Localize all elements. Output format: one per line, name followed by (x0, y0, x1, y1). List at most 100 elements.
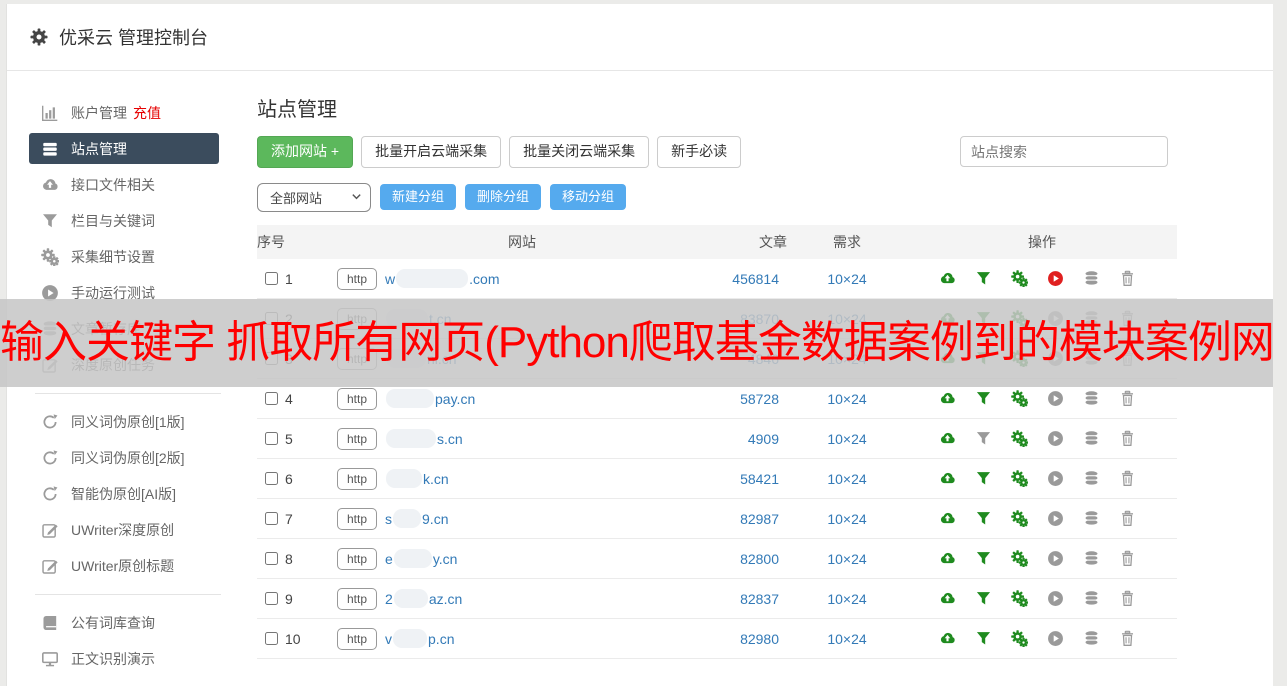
database-icon[interactable] (1083, 470, 1100, 487)
sidebar-item-gears[interactable]: 采集细节设置 (7, 239, 249, 275)
trash-icon[interactable] (1119, 390, 1136, 407)
article-count[interactable]: 58728 (707, 391, 787, 407)
row-checkbox[interactable] (265, 592, 278, 605)
sidebar-item-book[interactable]: 公有词库查询 (7, 605, 249, 641)
http-protocol-badge[interactable]: http (337, 587, 378, 610)
cloud-upload-icon[interactable] (939, 430, 956, 447)
filter-icon[interactable] (975, 590, 992, 607)
database-icon[interactable] (1083, 270, 1100, 287)
row-checkbox[interactable] (265, 432, 278, 445)
filter-icon[interactable] (975, 550, 992, 567)
delete-group-button[interactable]: 删除分组 (465, 183, 542, 211)
http-protocol-badge[interactable]: http (337, 627, 378, 650)
trash-icon[interactable] (1119, 470, 1136, 487)
site-link[interactable]: e y.cn (385, 549, 457, 568)
http-protocol-badge[interactable]: http (337, 547, 378, 570)
filter-icon[interactable] (975, 470, 992, 487)
gears-icon[interactable] (1011, 590, 1028, 607)
trash-icon[interactable] (1119, 430, 1136, 447)
sidebar-item-refresh[interactable]: 智能伪原创[AI版] (7, 476, 249, 512)
sidebar-item-server-list-active[interactable]: 站点管理 (29, 133, 219, 164)
sidebar-item-filter[interactable]: 栏目与关键词 (7, 203, 249, 239)
filter-icon[interactable] (975, 630, 992, 647)
site-link[interactable]: pay.cn (385, 389, 475, 408)
move-group-button[interactable]: 移动分组 (550, 183, 627, 211)
play-icon[interactable] (1047, 550, 1064, 567)
filter-icon[interactable] (975, 510, 992, 527)
sidebar-item-monitor[interactable]: 正文识别演示 (7, 641, 249, 677)
play-icon[interactable] (1047, 270, 1064, 287)
gears-icon[interactable] (1011, 630, 1028, 647)
row-checkbox[interactable] (265, 392, 278, 405)
sidebar-item-bar-chart[interactable]: 账户管理 充值 (7, 95, 249, 131)
site-link[interactable]: v p.cn (385, 629, 454, 648)
row-checkbox[interactable] (265, 472, 278, 485)
cloud-upload-icon[interactable] (939, 630, 956, 647)
cloud-upload-icon[interactable] (939, 270, 956, 287)
cloud-upload-icon[interactable] (939, 390, 956, 407)
article-count[interactable]: 82800 (707, 551, 787, 567)
site-group-select[interactable]: 全部网站 (257, 182, 371, 212)
site-link[interactable]: 2 az.cn (385, 589, 462, 608)
site-link[interactable]: w .com (385, 269, 499, 288)
newbie-guide-button[interactable]: 新手必读 (657, 136, 742, 168)
play-icon[interactable] (1047, 470, 1064, 487)
row-checkbox[interactable] (265, 632, 278, 645)
cloud-upload-icon[interactable] (939, 510, 956, 527)
new-group-button[interactable]: 新建分组 (380, 183, 457, 211)
http-protocol-badge[interactable]: http (337, 467, 378, 490)
sidebar-item-edit[interactable]: UWriter深度原创 (7, 512, 249, 548)
trash-icon[interactable] (1119, 270, 1136, 287)
cloud-upload-icon[interactable] (939, 590, 956, 607)
sidebar-item-edit[interactable]: UWriter原创标题 (7, 548, 249, 584)
article-count[interactable]: 4909 (707, 431, 787, 447)
gears-icon[interactable] (1011, 510, 1028, 527)
trash-icon[interactable] (1119, 510, 1136, 527)
sidebar-item-refresh[interactable]: 同义词伪原创[1版] (7, 404, 249, 440)
gears-icon[interactable] (1011, 550, 1028, 567)
http-protocol-badge[interactable]: http (337, 427, 378, 450)
filter-icon[interactable] (975, 270, 992, 287)
gears-icon[interactable] (1011, 270, 1028, 287)
site-link[interactable]: s.cn (385, 429, 463, 448)
article-count[interactable]: 456814 (707, 271, 787, 287)
trash-icon[interactable] (1119, 550, 1136, 567)
play-icon[interactable] (1047, 630, 1064, 647)
database-icon[interactable] (1083, 550, 1100, 567)
row-checkbox[interactable] (265, 272, 278, 285)
article-count[interactable]: 58421 (707, 471, 787, 487)
play-icon[interactable] (1047, 430, 1064, 447)
cloud-upload-icon[interactable] (939, 470, 956, 487)
recharge-link[interactable]: 充值 (133, 103, 161, 123)
http-protocol-badge[interactable]: http (337, 507, 378, 530)
play-icon[interactable] (1047, 390, 1064, 407)
batch-close-cloud-button[interactable]: 批量关闭云端采集 (509, 136, 650, 168)
cloud-upload-icon[interactable] (939, 550, 956, 567)
article-count[interactable]: 82987 (707, 511, 787, 527)
database-icon[interactable] (1083, 590, 1100, 607)
http-protocol-badge[interactable]: http (337, 267, 378, 290)
trash-icon[interactable] (1119, 630, 1136, 647)
sidebar-item-cloud-upload[interactable]: 接口文件相关 (7, 167, 249, 203)
play-icon[interactable] (1047, 590, 1064, 607)
gears-icon[interactable] (1011, 470, 1028, 487)
filter-icon[interactable] (975, 430, 992, 447)
database-icon[interactable] (1083, 390, 1100, 407)
article-count[interactable]: 82980 (707, 631, 787, 647)
database-icon[interactable] (1083, 510, 1100, 527)
trash-icon[interactable] (1119, 590, 1136, 607)
database-icon[interactable] (1083, 430, 1100, 447)
gears-icon[interactable] (1011, 390, 1028, 407)
add-site-button[interactable]: 添加网站 + (257, 136, 354, 168)
site-link[interactable]: k.cn (385, 469, 449, 488)
row-checkbox[interactable] (265, 552, 278, 565)
database-icon[interactable] (1083, 630, 1100, 647)
sidebar-item-refresh[interactable]: 同义词伪原创[2版] (7, 440, 249, 476)
site-link[interactable]: s 9.cn (385, 509, 448, 528)
filter-icon[interactable] (975, 390, 992, 407)
row-checkbox[interactable] (265, 512, 278, 525)
batch-open-cloud-button[interactable]: 批量开启云端采集 (361, 136, 502, 168)
gears-icon[interactable] (1011, 430, 1028, 447)
article-count[interactable]: 82837 (707, 591, 787, 607)
play-icon[interactable] (1047, 510, 1064, 527)
